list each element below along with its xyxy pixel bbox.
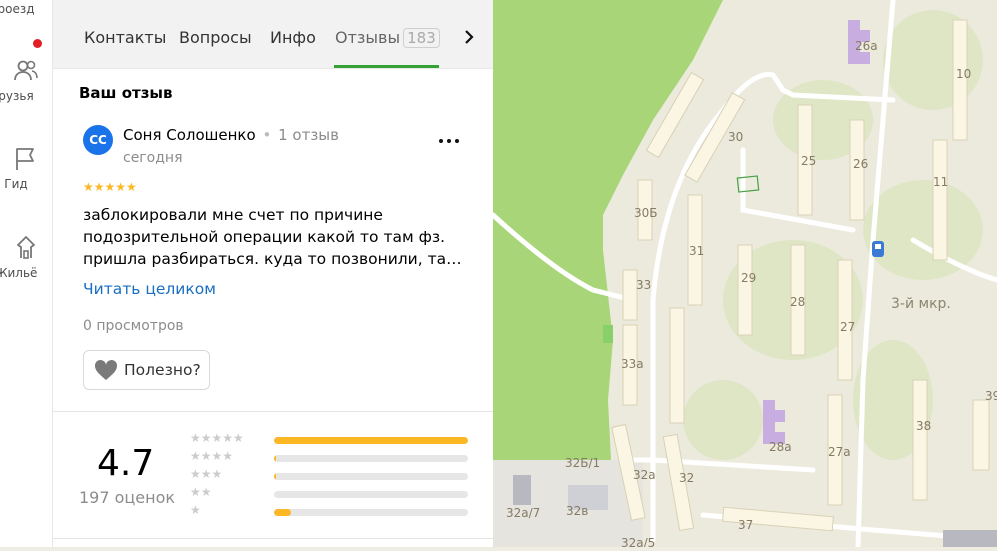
map-label: 30: [728, 130, 743, 144]
tab-bar: Контакты Вопросы Инфо Отзывы 183: [53, 0, 493, 69]
active-tab-indicator: [334, 65, 439, 68]
map-label: 26а: [855, 39, 878, 53]
rating-distribution-row: ★: [190, 503, 470, 520]
useful-button-label: Полезно?: [124, 361, 201, 379]
map-label: 32Б/1: [565, 456, 600, 470]
map-canvas: 26а 10 30 25 26 11 30Б 31 29 28 27 33 33а 3-й мкр. 28а…: [490, 0, 997, 550]
distribution-stars: ★★★★: [190, 449, 234, 463]
map-label: 3-й мкр.: [891, 296, 951, 312]
map-label: 27а: [828, 445, 851, 459]
map-label: 28: [790, 295, 805, 309]
distribution-bar: [274, 473, 468, 480]
rail-item-friends[interactable]: рузья: [0, 55, 52, 103]
map-label: 29: [741, 271, 756, 285]
rail-item-route-label: роезд: [0, 2, 35, 16]
rating-distribution-row: ★★★★: [190, 449, 470, 466]
map-label: 28а: [769, 440, 792, 454]
distribution-bar-fill: [274, 473, 276, 480]
map-label: 37: [738, 518, 753, 532]
map-label: 33: [636, 278, 651, 292]
review-rating-stars: ★★★★★: [83, 180, 137, 194]
distribution-bar: [274, 509, 468, 516]
distribution-stars: ★★: [190, 485, 212, 499]
map-label: 32: [679, 471, 694, 485]
rail-item-housing-label: Жильё: [0, 266, 38, 280]
more-options-icon[interactable]: [437, 131, 461, 151]
rail-item-housing[interactable]: Жильё: [0, 232, 52, 280]
notification-dot: [33, 39, 42, 48]
distribution-bar: [274, 455, 468, 462]
distribution-bar-fill: [274, 455, 276, 462]
map-label: 11: [933, 175, 948, 189]
review-text-line: заблокировали мне счет по причине: [83, 206, 383, 224]
left-rail: роезд рузья Гид Жильё: [0, 0, 53, 547]
rating-distribution-row: ★★: [190, 485, 470, 502]
map-label: 39: [985, 389, 997, 403]
map-label: 27: [840, 320, 855, 334]
place-panel: Контакты Вопросы Инфо Отзывы 183 Ваш отзы…: [53, 0, 493, 547]
separator-dot: •: [262, 126, 272, 144]
map-label: 38: [916, 419, 931, 433]
distribution-stars: ★: [190, 503, 201, 517]
distribution-bar: [274, 437, 468, 444]
reviews-count-badge: 183: [403, 28, 440, 48]
distribution-stars: ★★★: [190, 467, 223, 481]
divider: [53, 538, 493, 539]
tab-questions[interactable]: Вопросы: [179, 28, 252, 47]
avatar[interactable]: СС: [83, 125, 113, 155]
map-label: 30Б: [634, 206, 658, 220]
section-title: Ваш отзыв: [79, 84, 173, 102]
guide-flag-icon: [0, 143, 52, 175]
author-reviews-count: 1 отзыв: [278, 126, 339, 144]
distribution-bar-fill: [274, 437, 468, 444]
map-label: 10: [956, 67, 971, 81]
map-label: 33а: [621, 357, 644, 371]
tab-reviews[interactable]: Отзывы 183: [335, 28, 440, 48]
tab-info[interactable]: Инфо: [270, 28, 316, 47]
heart-icon: [94, 359, 118, 380]
distribution-stars: ★★★★★: [190, 431, 244, 445]
rail-item-guide-label: Гид: [4, 177, 28, 191]
review-author-line: Соня Солошенко • 1 отзыв: [123, 126, 339, 144]
distribution-bar: [274, 491, 468, 498]
review-date: сегодня: [123, 150, 183, 166]
tab-contacts[interactable]: Контакты: [84, 28, 166, 47]
author-name[interactable]: Соня Солошенко: [123, 126, 256, 144]
rail-item-route[interactable]: роезд: [0, 0, 52, 16]
tab-reviews-label: Отзывы: [335, 28, 401, 47]
useful-button[interactable]: Полезно?: [83, 350, 210, 390]
map-label: 31: [689, 244, 704, 258]
map-label: 26: [853, 157, 868, 171]
chevron-right-icon[interactable]: [463, 29, 475, 49]
rating-distribution-row: ★★★: [190, 467, 470, 484]
distribution-bar-fill: [274, 509, 292, 516]
review-text-line: пришла разбираться. куда то позвонили, т…: [83, 250, 462, 268]
map-label: 32а: [633, 468, 656, 482]
map-label: 32а/7: [506, 506, 540, 520]
read-more-link[interactable]: Читать целиком: [83, 280, 216, 298]
housing-icon: [0, 232, 52, 264]
rating-distribution-row: ★★★★★: [190, 431, 470, 448]
rail-item-friends-label: рузья: [0, 89, 34, 103]
ratings-count: 197 оценок: [79, 488, 176, 507]
review-text-line: подозрительной операции какой то там фз.: [83, 228, 446, 246]
friends-icon: [0, 55, 52, 87]
views-count: 0 просмотров: [83, 318, 184, 334]
divider: [53, 411, 493, 412]
rail-item-guide[interactable]: Гид: [0, 143, 52, 191]
map-label: 25: [801, 154, 816, 168]
review-text: заблокировали мне счет по причине подозр…: [83, 204, 463, 270]
map-label: 32а/5: [621, 536, 655, 547]
average-rating: 4.7: [97, 443, 155, 484]
map-view[interactable]: 26а 10 30 25 26 11 30Б 31 29 28 27 33 33а 3-й мкр. 28а…: [490, 0, 997, 550]
map-label: 32в: [566, 504, 588, 518]
